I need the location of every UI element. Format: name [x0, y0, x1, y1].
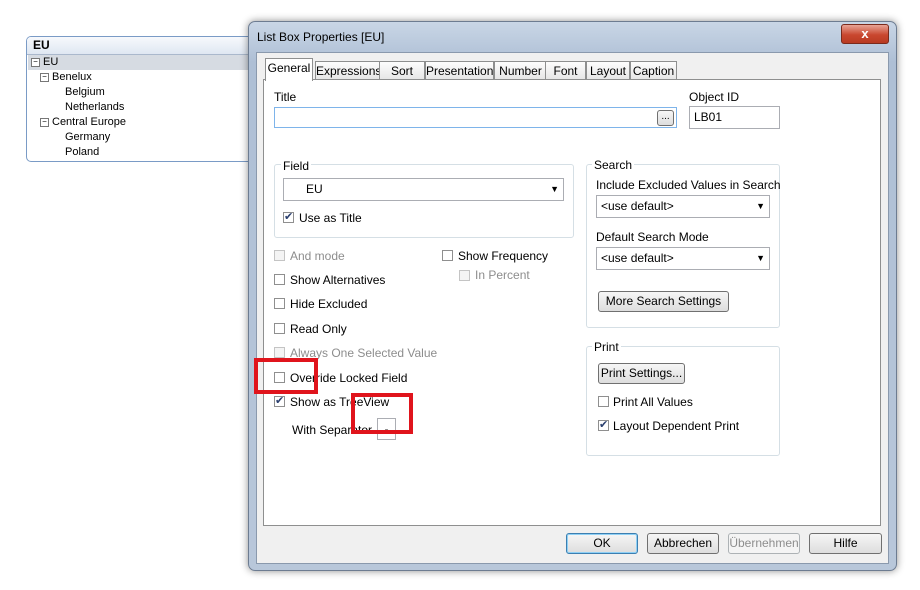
default-search-mode-label: Default Search Mode [596, 230, 709, 244]
tree-node-eu[interactable]: − EU [28, 55, 266, 70]
ok-button[interactable]: OK [566, 533, 638, 554]
checkmark-icon: ✔ [284, 211, 294, 223]
highlight-box-separator [351, 393, 413, 434]
hide-excluded-label: Hide Excluded [290, 297, 368, 311]
show-as-treeview-checkbox[interactable]: ✔ [274, 395, 285, 407]
list-box-properties-dialog: List Box Properties [EU] x General Expre… [248, 21, 897, 571]
print-group-label: Print [592, 340, 621, 354]
print-all-values-label: Print All Values [613, 395, 693, 409]
close-icon: x [861, 26, 869, 41]
tree-node-label: Central Europe [52, 116, 126, 128]
listbox-eu[interactable]: EU − EU − Benelux Belgium Netherlands − Cen… [26, 36, 268, 162]
include-excluded-label: Include Excluded Values in Search [596, 178, 781, 192]
tab-font[interactable]: Font [545, 61, 586, 80]
field-group [274, 164, 574, 238]
tree-node-poland[interactable]: Poland [65, 145, 99, 160]
default-search-mode-value: <use default> [601, 251, 674, 265]
title-label: Title [274, 90, 297, 104]
layout-dependent-print-label: Layout Dependent Print [613, 419, 740, 433]
tab-expressions[interactable]: Expressions [315, 61, 381, 80]
highlight-box-treeview [254, 358, 318, 394]
print-settings-button[interactable]: Print Settings... [598, 363, 685, 384]
hide-excluded-checkbox[interactable] [274, 298, 285, 309]
dialog-title: List Box Properties [EU] [257, 30, 385, 44]
tab-presentation[interactable]: Presentation [425, 61, 494, 80]
layout-dependent-print-checkbox[interactable]: ✔ [598, 419, 609, 431]
use-as-title-label: Use as Title [299, 211, 362, 225]
more-search-settings-button[interactable]: More Search Settings [598, 291, 729, 312]
show-alternatives-label: Show Alternatives [290, 273, 386, 287]
tree-node-central-europe[interactable]: − Central Europe [40, 115, 126, 130]
include-excluded-select[interactable]: <use default> ▼ [596, 195, 770, 218]
collapse-icon[interactable]: − [40, 117, 49, 127]
cancel-button[interactable]: Abbrechen [647, 533, 719, 554]
checkmark-icon: ✔ [599, 419, 609, 431]
read-only-label: Read Only [290, 322, 347, 336]
default-search-mode-select[interactable]: <use default> ▼ [596, 247, 770, 270]
collapse-icon[interactable]: − [40, 72, 49, 82]
in-percent-label: In Percent [475, 268, 530, 282]
tab-sort[interactable]: Sort [379, 61, 425, 80]
apply-button[interactable]: Übernehmen [728, 533, 800, 554]
show-frequency-checkbox[interactable] [442, 250, 453, 261]
close-button[interactable]: x [841, 24, 889, 44]
tree-node-label: EU [43, 56, 59, 68]
field-select[interactable]: EU ▼ [283, 178, 564, 201]
tab-general[interactable]: General [265, 58, 313, 81]
general-tab-panel: Title ... Object ID LB01 Field EU ▼ ✔ Us… [263, 79, 881, 526]
in-percent-checkbox[interactable] [459, 270, 470, 281]
help-button[interactable]: Hilfe [809, 533, 882, 554]
and-mode-label: And mode [290, 249, 345, 263]
tab-layout[interactable]: Layout [586, 61, 630, 80]
show-frequency-label: Show Frequency [458, 249, 549, 263]
object-id-label: Object ID [689, 90, 740, 104]
field-group-label: Field [281, 159, 312, 173]
collapse-icon[interactable]: − [31, 57, 40, 67]
tree-node-netherlands[interactable]: Netherlands [65, 100, 124, 115]
read-only-checkbox[interactable] [274, 323, 285, 334]
tree-node-benelux[interactable]: − Benelux [40, 70, 92, 85]
title-browse-button[interactable]: ... [657, 110, 674, 126]
tab-number[interactable]: Number [494, 61, 547, 80]
dropdown-icon: ▼ [550, 184, 559, 194]
always-one-selected-checkbox[interactable] [274, 347, 285, 358]
search-group-label: Search [592, 158, 635, 172]
tree-node-belgium[interactable]: Belgium [65, 85, 105, 100]
tree-node-germany[interactable]: Germany [65, 130, 110, 145]
object-id-input[interactable]: LB01 [689, 106, 780, 129]
field-select-value: EU [306, 182, 323, 196]
include-excluded-value: <use default> [601, 199, 674, 213]
tab-caption[interactable]: Caption [630, 61, 677, 80]
checkmark-icon: ✔ [275, 395, 285, 407]
listbox-title: EU [27, 37, 267, 55]
title-input[interactable] [274, 107, 677, 128]
print-all-values-checkbox[interactable] [598, 396, 609, 407]
dropdown-icon: ▼ [756, 253, 765, 263]
show-alternatives-checkbox[interactable] [274, 274, 285, 285]
tree-node-label: Benelux [52, 71, 92, 83]
use-as-title-checkbox[interactable]: ✔ [283, 211, 294, 223]
and-mode-checkbox[interactable] [274, 250, 285, 261]
dropdown-icon: ▼ [756, 201, 765, 211]
